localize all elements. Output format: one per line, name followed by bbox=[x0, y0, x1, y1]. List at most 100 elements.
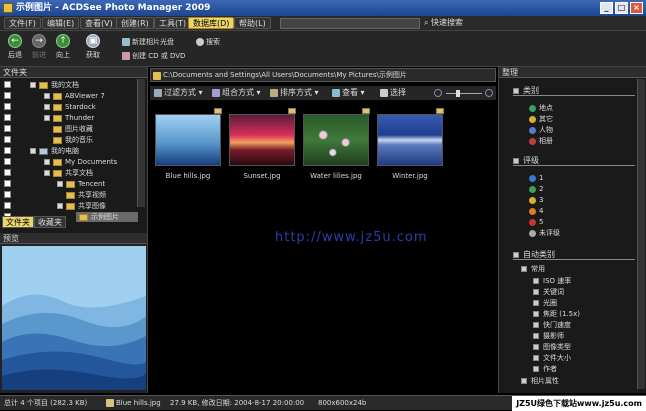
checkbox[interactable] bbox=[4, 125, 11, 132]
expand-icon[interactable] bbox=[533, 333, 539, 339]
tree-item-shared-docs[interactable]: 共享文档 bbox=[0, 168, 138, 178]
auto-item[interactable]: 焦距 (1.5x) bbox=[533, 309, 580, 319]
zoom-handle[interactable] bbox=[456, 90, 460, 97]
auto-item[interactable]: 作者 bbox=[533, 364, 557, 374]
checkbox[interactable] bbox=[4, 169, 11, 176]
thumbnail-item[interactable]: Blue hills.jpg bbox=[152, 108, 224, 182]
thumbnail-item[interactable]: Winter.jpg bbox=[374, 108, 446, 182]
categories-header[interactable]: 类别 bbox=[513, 85, 635, 96]
expand-icon[interactable] bbox=[533, 278, 539, 284]
expand-icon[interactable] bbox=[44, 93, 50, 99]
rating-item[interactable]: 2 bbox=[529, 184, 543, 194]
group-button[interactable]: 组合方式 ▾ bbox=[212, 87, 261, 99]
quick-search-input[interactable] bbox=[280, 18, 420, 29]
collapse-icon[interactable] bbox=[513, 87, 519, 94]
thumbnail-item[interactable]: Sunset.jpg bbox=[226, 108, 298, 182]
rating-item[interactable]: 3 bbox=[529, 195, 543, 205]
auto-group-common[interactable]: 常用 bbox=[521, 264, 545, 274]
new-album-cd-button[interactable]: 新建相片光盘 bbox=[122, 37, 174, 47]
expand-icon[interactable] bbox=[44, 104, 50, 110]
auto-item[interactable]: 图像类型 bbox=[533, 342, 571, 352]
auto-item[interactable]: 文件大小 bbox=[533, 353, 571, 363]
tree-item-thunder[interactable]: Thunder bbox=[0, 113, 138, 123]
auto-item[interactable]: 摄影师 bbox=[533, 331, 564, 341]
expand-icon[interactable] bbox=[533, 355, 539, 361]
close-button[interactable]: × bbox=[630, 2, 643, 14]
quick-search-button[interactable]: ⌕ 快速搜索 bbox=[424, 17, 463, 29]
checkbox[interactable] bbox=[4, 81, 11, 88]
path-bar[interactable]: C:\Documents and Settings\All Users\Docu… bbox=[150, 68, 496, 82]
checkbox[interactable] bbox=[4, 147, 11, 154]
menu-help[interactable]: 帮助(L) bbox=[234, 17, 271, 29]
expand-icon[interactable] bbox=[44, 159, 50, 165]
expand-icon[interactable] bbox=[57, 181, 63, 187]
auto-item[interactable]: 光圈 bbox=[533, 298, 557, 308]
category-item[interactable]: 相册 bbox=[529, 136, 553, 146]
zoom-in-icon[interactable] bbox=[485, 89, 493, 97]
create-cd-dvd-button[interactable]: 创建 CD 或 DVD bbox=[122, 51, 185, 61]
tree-item-shared-video[interactable]: 共享视频 bbox=[0, 190, 138, 200]
auto-item[interactable]: 关键词 bbox=[533, 287, 564, 297]
zoom-track[interactable] bbox=[446, 93, 482, 94]
checkbox[interactable] bbox=[4, 103, 11, 110]
tree-item-my-computer[interactable]: 我的电脑 bbox=[0, 146, 138, 156]
tree-item-tencent[interactable]: Tencent bbox=[0, 179, 138, 189]
view-button[interactable]: 查看 ▾ bbox=[332, 87, 365, 99]
expand-icon[interactable] bbox=[30, 82, 36, 88]
menu-file[interactable]: 文件(F) bbox=[4, 17, 41, 29]
menu-create[interactable]: 创建(R) bbox=[116, 17, 154, 29]
search-button[interactable]: 搜索 bbox=[196, 37, 220, 47]
folders-scrollbar[interactable] bbox=[137, 79, 145, 207]
rating-item[interactable]: 5 bbox=[529, 217, 543, 227]
tab-favorites[interactable]: 收藏夹 bbox=[34, 216, 66, 228]
back-button[interactable]: ← 后退 bbox=[4, 34, 26, 60]
tab-folders[interactable]: 文件夹 bbox=[2, 216, 34, 228]
thumbnail-item[interactable]: Water lilies.jpg bbox=[300, 108, 372, 182]
expand-icon[interactable] bbox=[44, 170, 50, 176]
menu-tools[interactable]: 工具(T) bbox=[154, 17, 192, 29]
checkbox[interactable] bbox=[4, 158, 11, 165]
select-button[interactable]: 选择 bbox=[380, 87, 406, 99]
menu-view[interactable]: 查看(V) bbox=[80, 17, 118, 29]
tree-item-shared-images[interactable]: 共享图像 bbox=[0, 201, 138, 211]
checkbox[interactable] bbox=[4, 92, 11, 99]
minimize-button[interactable]: _ bbox=[600, 2, 613, 14]
maximize-button[interactable]: □ bbox=[615, 2, 628, 14]
auto-group-photo-props[interactable]: 相片属性 bbox=[521, 376, 559, 386]
expand-icon[interactable] bbox=[533, 322, 539, 328]
ratings-header[interactable]: 评级 bbox=[513, 155, 635, 166]
category-item[interactable]: 地点 bbox=[529, 103, 553, 113]
category-item[interactable]: 人物 bbox=[529, 125, 553, 135]
rating-item[interactable]: 1 bbox=[529, 173, 543, 183]
expand-icon[interactable] bbox=[533, 289, 539, 295]
filter-button[interactable]: 过滤方式 ▾ bbox=[154, 87, 203, 99]
rating-item[interactable]: 4 bbox=[529, 206, 543, 216]
category-item[interactable]: 其它 bbox=[529, 114, 553, 124]
tree-item-abviewer[interactable]: ABViewer 7 bbox=[0, 91, 138, 101]
collapse-icon[interactable] bbox=[513, 251, 519, 258]
auto-item[interactable]: ISO 速率 bbox=[533, 276, 571, 286]
collapse-icon[interactable] bbox=[521, 266, 527, 272]
expand-icon[interactable] bbox=[521, 378, 527, 384]
expand-icon[interactable] bbox=[57, 203, 63, 209]
tree-item-music[interactable]: 我的音乐 bbox=[0, 135, 138, 145]
tree-item-my-documents[interactable]: 我的文档 bbox=[0, 80, 138, 90]
expand-icon[interactable] bbox=[533, 300, 539, 306]
acquire-button[interactable]: ▣ 获取 bbox=[82, 34, 104, 60]
expand-icon[interactable] bbox=[533, 366, 539, 372]
checkbox[interactable] bbox=[4, 202, 11, 209]
rating-item[interactable]: 未评级 bbox=[529, 228, 560, 238]
expand-icon[interactable] bbox=[30, 148, 36, 154]
tree-item-stardock[interactable]: Stardock bbox=[0, 102, 138, 112]
zoom-slider[interactable] bbox=[434, 87, 494, 99]
zoom-out-icon[interactable] bbox=[434, 89, 442, 97]
expand-icon[interactable] bbox=[533, 311, 539, 317]
menu-edit[interactable]: 编辑(E) bbox=[42, 17, 80, 29]
expand-icon[interactable] bbox=[533, 344, 539, 350]
tree-item-pictures[interactable]: 图片收藏 bbox=[0, 124, 138, 134]
expand-icon[interactable] bbox=[44, 115, 50, 121]
auto-categories-header[interactable]: 自动类别 bbox=[513, 249, 635, 260]
tree-item-my-documents-2[interactable]: My Documents bbox=[0, 157, 138, 167]
forward-button[interactable]: → 前进 bbox=[28, 34, 50, 60]
checkbox[interactable] bbox=[4, 180, 11, 187]
